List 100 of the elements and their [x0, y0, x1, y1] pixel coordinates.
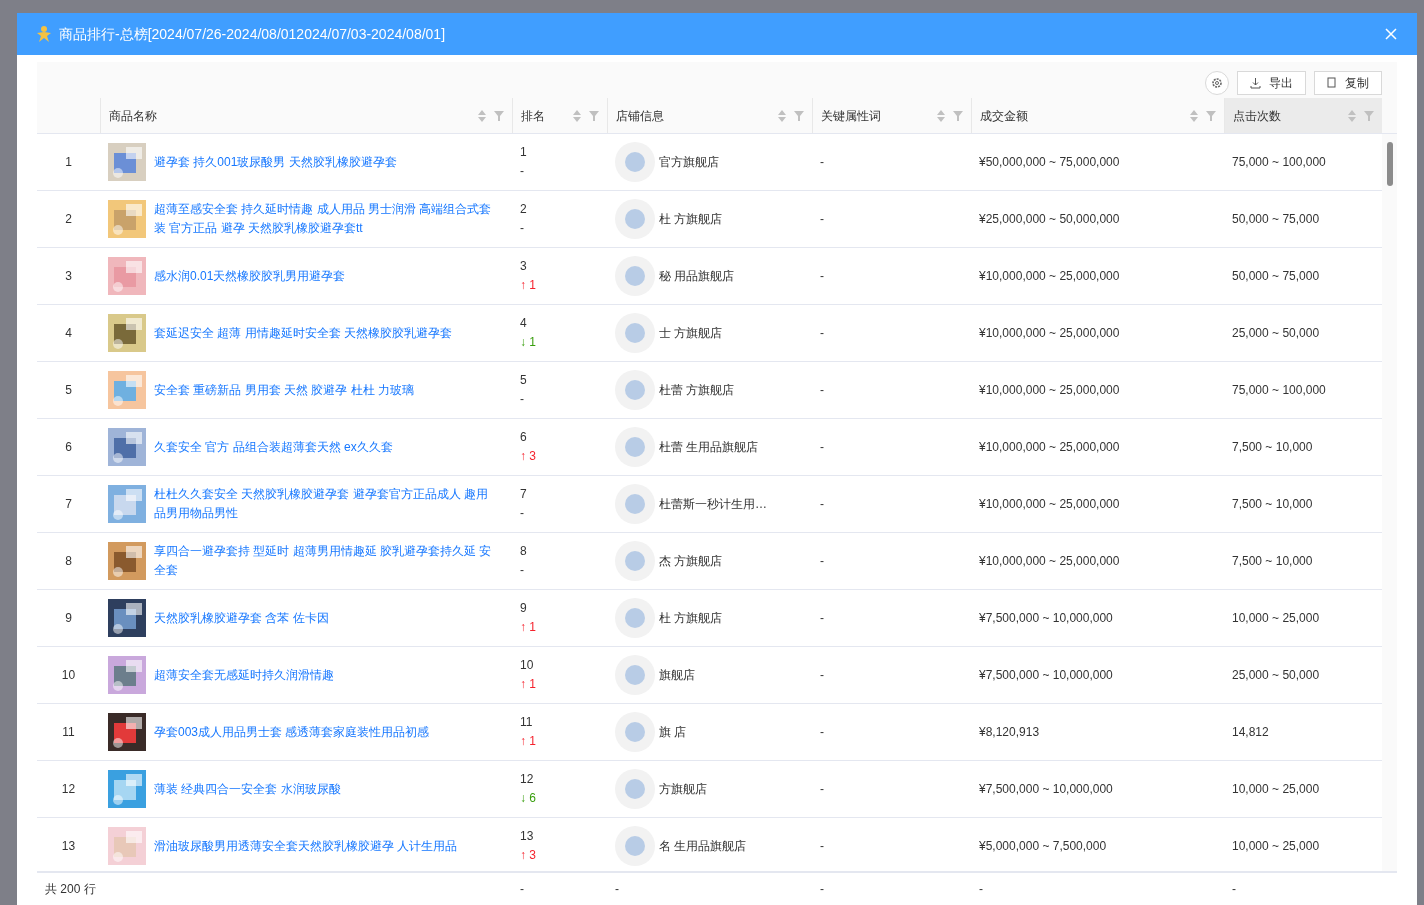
amount-cell-text: ¥10,000,000 ~ 25,000,000 — [978, 439, 1121, 456]
settings-button[interactable] — [1205, 71, 1229, 95]
product-link[interactable]: 超薄安全套无感延时持久润滑情趣 — [154, 665, 499, 685]
amount-cell-text: ¥25,000,000 ~ 50,000,000 — [978, 211, 1121, 228]
clicks-cell-text: 75,000 ~ 100,000 — [1231, 382, 1327, 399]
clicks-cell-text: 10,000 ~ 25,000 — [1231, 838, 1321, 855]
product-link[interactable]: 超薄至感安全套 持久延时情趣 成人用品 男士润滑 高端组合式套装 官方正品 避孕 天然胶乳橡胶避孕套tt — [154, 200, 499, 238]
amount-cell-text: ¥10,000,000 ~ 25,000,000 — [978, 553, 1121, 570]
keyword-cell-text: - — [819, 439, 825, 456]
keyword-cell-text: - — [819, 211, 825, 228]
keyword-cell-text: - — [819, 610, 825, 627]
store-avatar — [615, 427, 655, 467]
rank-value: 4 — [520, 315, 528, 332]
sort-icon[interactable] — [778, 109, 786, 122]
product-link[interactable]: 薄装 经典四合一安全套 水润玻尿酸 — [154, 779, 499, 799]
store-name: 杜蕾斯一秒计生用… — [659, 496, 767, 513]
clicks-cell-text: 7,500 ~ 10,000 — [1231, 553, 1314, 570]
copy-button[interactable]: 复制 — [1314, 71, 1382, 95]
clicks-cell-text: 50,000 ~ 75,000 — [1231, 211, 1321, 228]
row-index: 6 — [64, 439, 73, 456]
row-index: 9 — [64, 610, 73, 627]
clicks-cell-text: 7,500 ~ 10,000 — [1231, 439, 1314, 456]
keyword-cell-text: - — [819, 268, 825, 285]
sort-icon[interactable] — [478, 109, 486, 122]
product-link[interactable]: 套延迟安全 超薄 用情趣延时安全套 天然橡胶胶乳避孕套 — [154, 323, 499, 343]
clicks-cell-text: 7,500 ~ 10,000 — [1231, 496, 1314, 513]
summary-cell-text: - — [819, 881, 825, 898]
rank-change: - — [520, 562, 525, 579]
clicks-cell-text: 75,000 ~ 100,000 — [1231, 154, 1327, 171]
sort-icon[interactable] — [937, 109, 945, 122]
store-name: 杜 方旗舰店 — [659, 610, 723, 627]
store-avatar — [615, 256, 655, 296]
store-name: 官方旗舰店 — [659, 154, 719, 171]
amount-cell-text: ¥7,500,000 ~ 10,000,000 — [978, 781, 1114, 798]
keyword-cell-text: - — [819, 382, 825, 399]
store-name: 杜 方旗舰店 — [659, 211, 723, 228]
keyword-cell-text: - — [819, 496, 825, 513]
store-name: 旗舰店 — [659, 667, 695, 684]
store-name: 杜蕾 方旗舰店 — [659, 382, 735, 399]
filter-icon[interactable] — [589, 110, 599, 121]
row-index: 13 — [60, 838, 77, 855]
rank-value: 6 — [520, 429, 528, 446]
rank-change: ↑ 3 — [520, 847, 537, 864]
rank-change: ↓ 1 — [520, 334, 537, 351]
product-link[interactable]: 安全套 重磅新品 男用套 天然 胶避孕 杜杜 力玻璃 — [154, 380, 499, 400]
keyword-cell-text: - — [819, 325, 825, 342]
clicks-cell-text: 25,000 ~ 50,000 — [1231, 667, 1321, 684]
rank-change: ↓ 6 — [520, 790, 537, 807]
filter-icon[interactable] — [1206, 110, 1216, 121]
summary-cell-text: - — [519, 881, 525, 898]
product-link[interactable]: 孕套003成人用品男士套 感透薄套家庭装性用品初感 — [154, 722, 499, 742]
clicks-cell-text: 10,000 ~ 25,000 — [1231, 610, 1321, 627]
product-link[interactable]: 久套安全 官方 品组合装超薄套天然 ex久久套 — [154, 437, 499, 457]
product-link[interactable]: 感水润0.01天然橡胶胶乳男用避孕套 — [154, 266, 499, 286]
store-name: 秘 用品旗舰店 — [659, 268, 735, 285]
rank-change: ↑ 1 — [520, 676, 537, 693]
store-avatar — [615, 826, 655, 866]
keyword-cell-text: - — [819, 724, 825, 741]
product-link[interactable]: 享四合一避孕套持 型延时 超薄男用情趣延 胶乳避孕套持久延 安全套 — [154, 542, 499, 580]
amount-cell-text: ¥50,000,000 ~ 75,000,000 — [978, 154, 1121, 171]
rank-change: - — [520, 391, 525, 408]
store-avatar — [615, 313, 655, 353]
amount-cell-text: ¥5,000,000 ~ 7,500,000 — [978, 838, 1108, 855]
sort-icon[interactable] — [1190, 109, 1198, 122]
rank-value: 11 — [520, 714, 534, 731]
export-button[interactable]: 导出 — [1237, 71, 1306, 95]
filter-icon[interactable] — [494, 110, 504, 121]
download-icon — [1250, 77, 1261, 89]
store-name: 方旗舰店 — [659, 781, 707, 798]
rank-value: 7 — [520, 486, 528, 503]
rank-value: 13 — [520, 828, 535, 845]
clicks-cell-text: 25,000 ~ 50,000 — [1231, 325, 1321, 342]
amount-cell-text: ¥7,500,000 ~ 10,000,000 — [978, 610, 1114, 627]
summary-cell-text: - — [614, 881, 620, 898]
filter-icon[interactable] — [1364, 110, 1374, 121]
sort-icon[interactable] — [573, 109, 581, 122]
scrollbar[interactable] — [1382, 134, 1397, 871]
rank-change: ↑ 1 — [520, 277, 537, 294]
rank-value: 9 — [520, 600, 528, 617]
column-header[interactable]: 点击次数 — [1224, 98, 1382, 133]
keyword-cell-text: - — [819, 553, 825, 570]
filter-icon[interactable] — [794, 110, 804, 121]
rank-value: 5 — [520, 372, 528, 389]
product-link[interactable]: 滑油玻尿酸男用透薄安全套天然胶乳橡胶避孕 人计生用品 — [154, 836, 499, 856]
dialog-title: 商品排行-总榜[2024/07/26-2024/08/012024/07/03-2024/08/01] — [59, 24, 446, 44]
sort-icon[interactable] — [1348, 109, 1356, 122]
product-link[interactable]: 杜杜久久套安全 天然胶乳橡胶避孕套 避孕套官方正品成人 趣用品男用物品男性 — [154, 485, 499, 523]
product-link[interactable]: 避孕套 持久001玻尿酸男 天然胶乳橡胶避孕套 — [154, 152, 499, 172]
clicks-cell-text: 14,812 — [1231, 724, 1270, 741]
store-name: 旗 店 — [659, 724, 687, 741]
store-name: 杰 方旗舰店 — [659, 553, 723, 570]
close-icon[interactable] — [1385, 28, 1397, 40]
filter-icon[interactable] — [953, 110, 963, 121]
product-link[interactable]: 天然胶乳橡胶避孕套 含苯 佐卡因 — [154, 608, 499, 628]
rank-value: 2 — [520, 201, 528, 218]
keyword-cell-text: - — [819, 781, 825, 798]
rank-change: ↑ 1 — [520, 733, 537, 750]
rank-value: 1 — [520, 144, 528, 161]
row-index: 11 — [61, 724, 76, 741]
keyword-cell-text: - — [819, 838, 825, 855]
